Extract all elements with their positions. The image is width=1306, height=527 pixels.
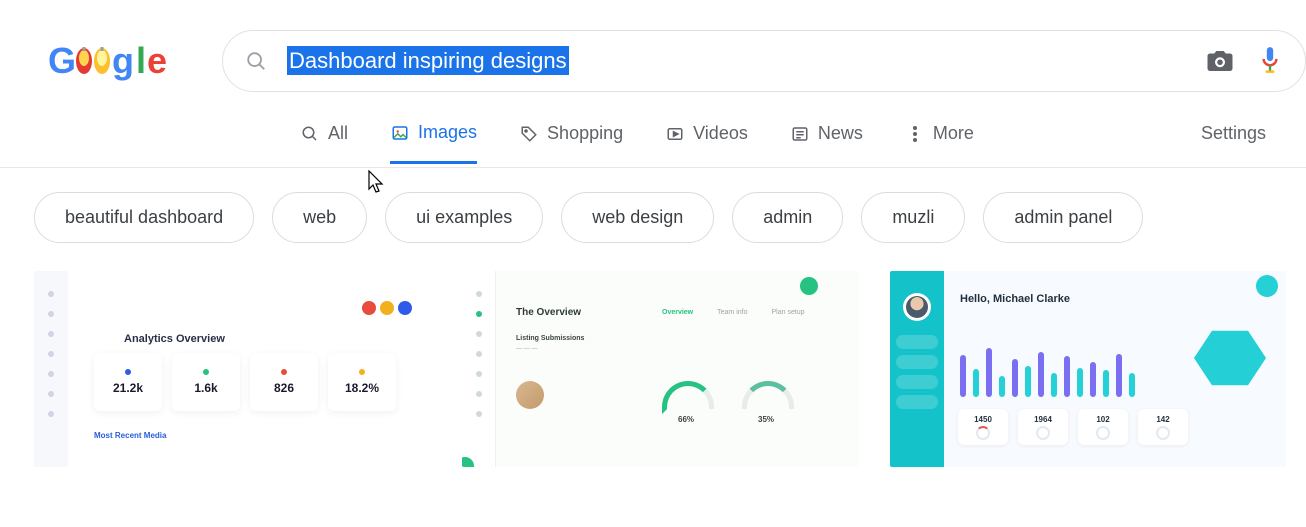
- tab-label: All: [328, 123, 348, 144]
- tabs-row: All Images Shopping Videos News More Set…: [0, 92, 1306, 168]
- chips-row: beautiful dashboard web ui examples web …: [0, 168, 1306, 267]
- tab-videos[interactable]: Videos: [665, 123, 748, 162]
- avatar-icon: [903, 293, 931, 321]
- search-input[interactable]: Dashboard inspiring designs: [287, 48, 1191, 74]
- image-icon: [390, 123, 410, 143]
- tab-shopping[interactable]: Shopping: [519, 123, 623, 162]
- settings-label: Settings: [1201, 123, 1266, 143]
- tab-label: Shopping: [547, 123, 623, 144]
- avatar-icon: [516, 381, 544, 409]
- thumb-tabs: Overview Team info Plan setup: [662, 309, 805, 316]
- settings-link[interactable]: Settings: [1201, 123, 1266, 162]
- tab-label: Videos: [693, 123, 748, 144]
- result-thumbnail[interactable]: Analytics Overview 21.2k 1.6k 826 18.2% …: [34, 271, 430, 467]
- gauge-icon: [742, 381, 794, 409]
- search-icon: [245, 50, 267, 72]
- camera-icon[interactable]: [1205, 48, 1235, 74]
- chip-label: web: [303, 207, 336, 227]
- tab-news[interactable]: News: [790, 123, 863, 162]
- svg-text:e: e: [147, 40, 167, 81]
- chip[interactable]: ui examples: [385, 192, 543, 243]
- svg-text:l: l: [136, 40, 146, 81]
- tab-images[interactable]: Images: [390, 122, 477, 164]
- thumb-sidebar: [462, 271, 496, 467]
- bar-chart-icon: [960, 327, 1135, 397]
- chip-label: web design: [592, 207, 683, 227]
- svg-text:G: G: [48, 40, 76, 81]
- thumb-title: The Overview: [516, 307, 581, 318]
- chip[interactable]: beautiful dashboard: [34, 192, 254, 243]
- thumb-heading: Analytics Overview: [124, 333, 225, 345]
- mic-icon[interactable]: [1257, 45, 1283, 77]
- hexagon-icon: [1194, 327, 1266, 389]
- results-row: Analytics Overview 21.2k 1.6k 826 18.2% …: [0, 267, 1306, 467]
- google-logo[interactable]: G g l e: [48, 37, 188, 85]
- tab-more[interactable]: More: [905, 123, 974, 162]
- thumb-sidebar: [890, 271, 944, 467]
- thumb-section: Most Recent Media: [94, 431, 166, 440]
- header: G g l e Dashboard inspiring designs: [0, 0, 1306, 92]
- news-icon: [790, 124, 810, 144]
- chip-label: ui examples: [416, 207, 512, 227]
- thumb-sidebar: [34, 271, 68, 467]
- thumb-cards: 21.2k 1.6k 826 18.2%: [94, 353, 396, 411]
- tag-icon: [519, 124, 539, 144]
- chip-label: beautiful dashboard: [65, 207, 223, 227]
- thumb-panel: Listing Submissions — — —: [516, 335, 626, 352]
- chip-label: admin: [763, 207, 812, 227]
- play-icon: [665, 124, 685, 144]
- chip[interactable]: muzli: [861, 192, 965, 243]
- gauge-icon: [662, 381, 714, 409]
- chip-label: muzli: [892, 207, 934, 227]
- chip[interactable]: web: [272, 192, 367, 243]
- thumb-stats: 1450 1964 102 142: [958, 409, 1188, 445]
- chip[interactable]: admin panel: [983, 192, 1143, 243]
- svg-text:g: g: [112, 40, 134, 81]
- chip-label: admin panel: [1014, 207, 1112, 227]
- thumb-avatars: [362, 301, 412, 315]
- tab-label: More: [933, 123, 974, 144]
- search-query-text: Dashboard inspiring designs: [287, 46, 569, 75]
- tab-label: News: [818, 123, 863, 144]
- search-bar-wrap: Dashboard inspiring designs: [222, 30, 1306, 92]
- tab-label: Images: [418, 122, 477, 143]
- more-icon: [905, 124, 925, 144]
- result-thumbnail[interactable]: The Overview Overview Team info Plan set…: [462, 271, 858, 467]
- result-thumbnail[interactable]: Hello, Michael Clarke 1450 1964 102 142: [890, 271, 1286, 467]
- chip[interactable]: web design: [561, 192, 714, 243]
- search-icon: [300, 124, 320, 144]
- thumb-greeting: Hello, Michael Clarke: [960, 293, 1070, 305]
- tab-all[interactable]: All: [300, 123, 348, 162]
- chip[interactable]: admin: [732, 192, 843, 243]
- search-bar[interactable]: Dashboard inspiring designs: [222, 30, 1306, 92]
